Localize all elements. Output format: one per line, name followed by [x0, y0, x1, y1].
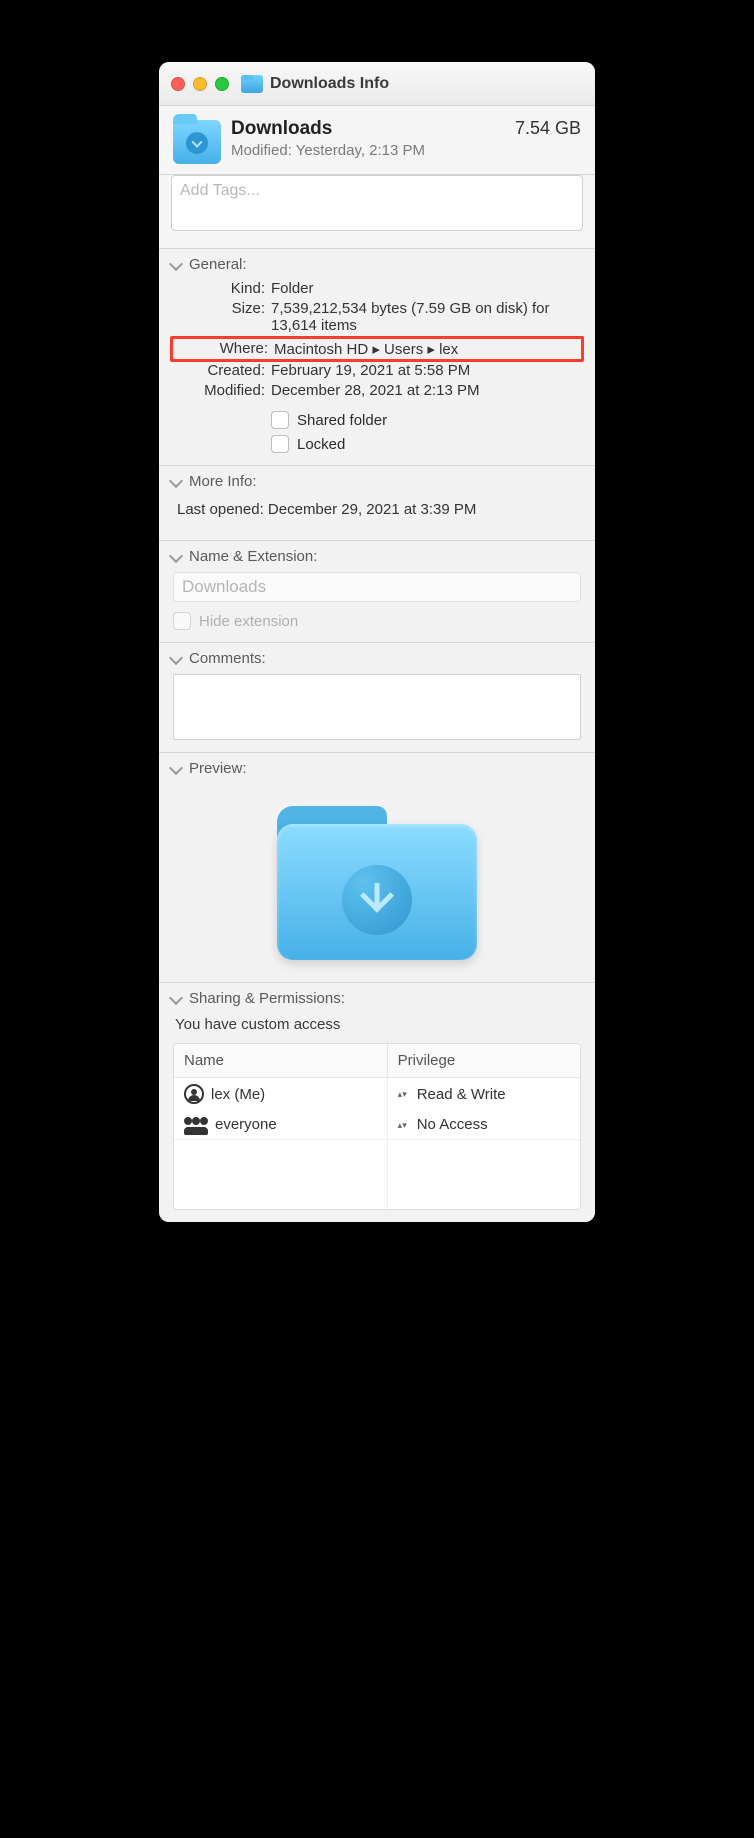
perm-privilege: Read & Write [417, 1086, 506, 1103]
stepper-icon[interactable]: ▴▾ [398, 1122, 407, 1128]
more-info-disclosure[interactable]: More Info: [159, 466, 595, 497]
shared-folder-label: Shared folder [297, 412, 387, 429]
name-extension-section: Name & Extension: Hide extension [159, 541, 595, 643]
user-icon [184, 1084, 204, 1104]
item-modified: Modified: Yesterday, 2:13 PM [231, 142, 581, 159]
sharing-section: Sharing & Permissions: You have custom a… [159, 983, 595, 1222]
kind-label: Kind: [173, 280, 265, 297]
hide-extension-label: Hide extension [199, 613, 298, 630]
locked-checkbox[interactable] [271, 435, 289, 453]
zoom-window-button[interactable] [215, 77, 229, 91]
preview-header-label: Preview: [189, 760, 247, 777]
permissions-row[interactable]: everyone ▴▾ No Access [174, 1110, 580, 1139]
permissions-col-name[interactable]: Name [174, 1044, 388, 1078]
kind-value: Folder [271, 280, 581, 297]
tags-section [159, 175, 595, 249]
locked-label: Locked [297, 436, 345, 453]
size-label: Size: [173, 300, 265, 334]
hide-extension-checkbox [173, 612, 191, 630]
preview-section: Preview: [159, 753, 595, 983]
sharing-access-message: You have custom access [173, 1014, 581, 1043]
last-opened-value: December 29, 2021 at 3:39 PM [268, 501, 476, 518]
modified-label: Modified: [231, 142, 292, 159]
name-extension-disclosure[interactable]: Name & Extension: [159, 541, 595, 572]
more-info-section: More Info: Last opened: December 29, 202… [159, 466, 595, 541]
sharing-header-label: Sharing & Permissions: [189, 990, 345, 1007]
minimize-window-button[interactable] [193, 77, 207, 91]
stepper-icon[interactable]: ▴▾ [398, 1091, 407, 1097]
info-window: Downloads Info Downloads 7.54 GB Modifie… [159, 62, 595, 1222]
general-header-label: General: [189, 256, 247, 273]
where-row-highlighted: Where: Macintosh HD ▸ Users ▸ lex [170, 336, 584, 362]
name-extension-header-label: Name & Extension: [189, 548, 317, 565]
where-label: Where: [176, 340, 268, 358]
preview-disclosure[interactable]: Preview: [159, 753, 595, 784]
modified-value-general: December 28, 2021 at 2:13 PM [271, 382, 581, 399]
comments-textarea[interactable] [173, 674, 581, 740]
shared-folder-checkbox[interactable] [271, 411, 289, 429]
item-name: Downloads [231, 118, 332, 140]
permissions-col-privilege[interactable]: Privilege [388, 1044, 580, 1078]
chevron-down-icon [169, 473, 183, 487]
group-icon [184, 1117, 208, 1133]
perm-privilege: No Access [417, 1116, 488, 1133]
chevron-down-icon [169, 548, 183, 562]
perm-name: everyone [215, 1116, 277, 1133]
created-value: February 19, 2021 at 5:58 PM [271, 362, 581, 379]
chevron-down-icon [169, 760, 183, 774]
window-controls [171, 77, 229, 91]
modified-label-general: Modified: [173, 382, 265, 399]
name-input[interactable] [173, 572, 581, 602]
sharing-disclosure[interactable]: Sharing & Permissions: [159, 983, 595, 1014]
close-window-button[interactable] [171, 77, 185, 91]
item-icon [173, 120, 221, 164]
comments-section: Comments: [159, 643, 595, 753]
last-opened-label: Last opened: [177, 501, 264, 518]
perm-name: lex (Me) [211, 1086, 265, 1103]
permissions-empty-rows [174, 1139, 580, 1209]
comments-disclosure[interactable]: Comments: [159, 643, 595, 674]
where-value: Macintosh HD ▸ Users ▸ lex [274, 340, 578, 358]
titlebar: Downloads Info [159, 62, 595, 106]
preview-downloads-folder-icon [277, 800, 477, 960]
permissions-row[interactable]: lex (Me) ▴▾ Read & Write [174, 1078, 580, 1110]
chevron-down-icon [169, 256, 183, 270]
general-disclosure[interactable]: General: [159, 249, 595, 280]
tags-input[interactable] [171, 175, 583, 231]
downloads-folder-icon [241, 75, 263, 93]
item-size: 7.54 GB [515, 118, 581, 139]
chevron-down-icon [169, 990, 183, 1004]
chevron-down-icon [169, 650, 183, 664]
created-label: Created: [173, 362, 265, 379]
item-summary: Downloads 7.54 GB Modified: Yesterday, 2… [159, 106, 595, 175]
window-title: Downloads Info [270, 75, 389, 93]
general-section: General: Kind: Folder Size: 7,539,212,53… [159, 249, 595, 466]
comments-header-label: Comments: [189, 650, 266, 667]
more-info-header-label: More Info: [189, 473, 257, 490]
size-value: 7,539,212,534 bytes (7.59 GB on disk) fo… [271, 300, 581, 334]
permissions-table: Name Privilege lex (Me) ▴▾ Read & Write [173, 1043, 581, 1210]
modified-value: Yesterday, 2:13 PM [296, 142, 425, 159]
